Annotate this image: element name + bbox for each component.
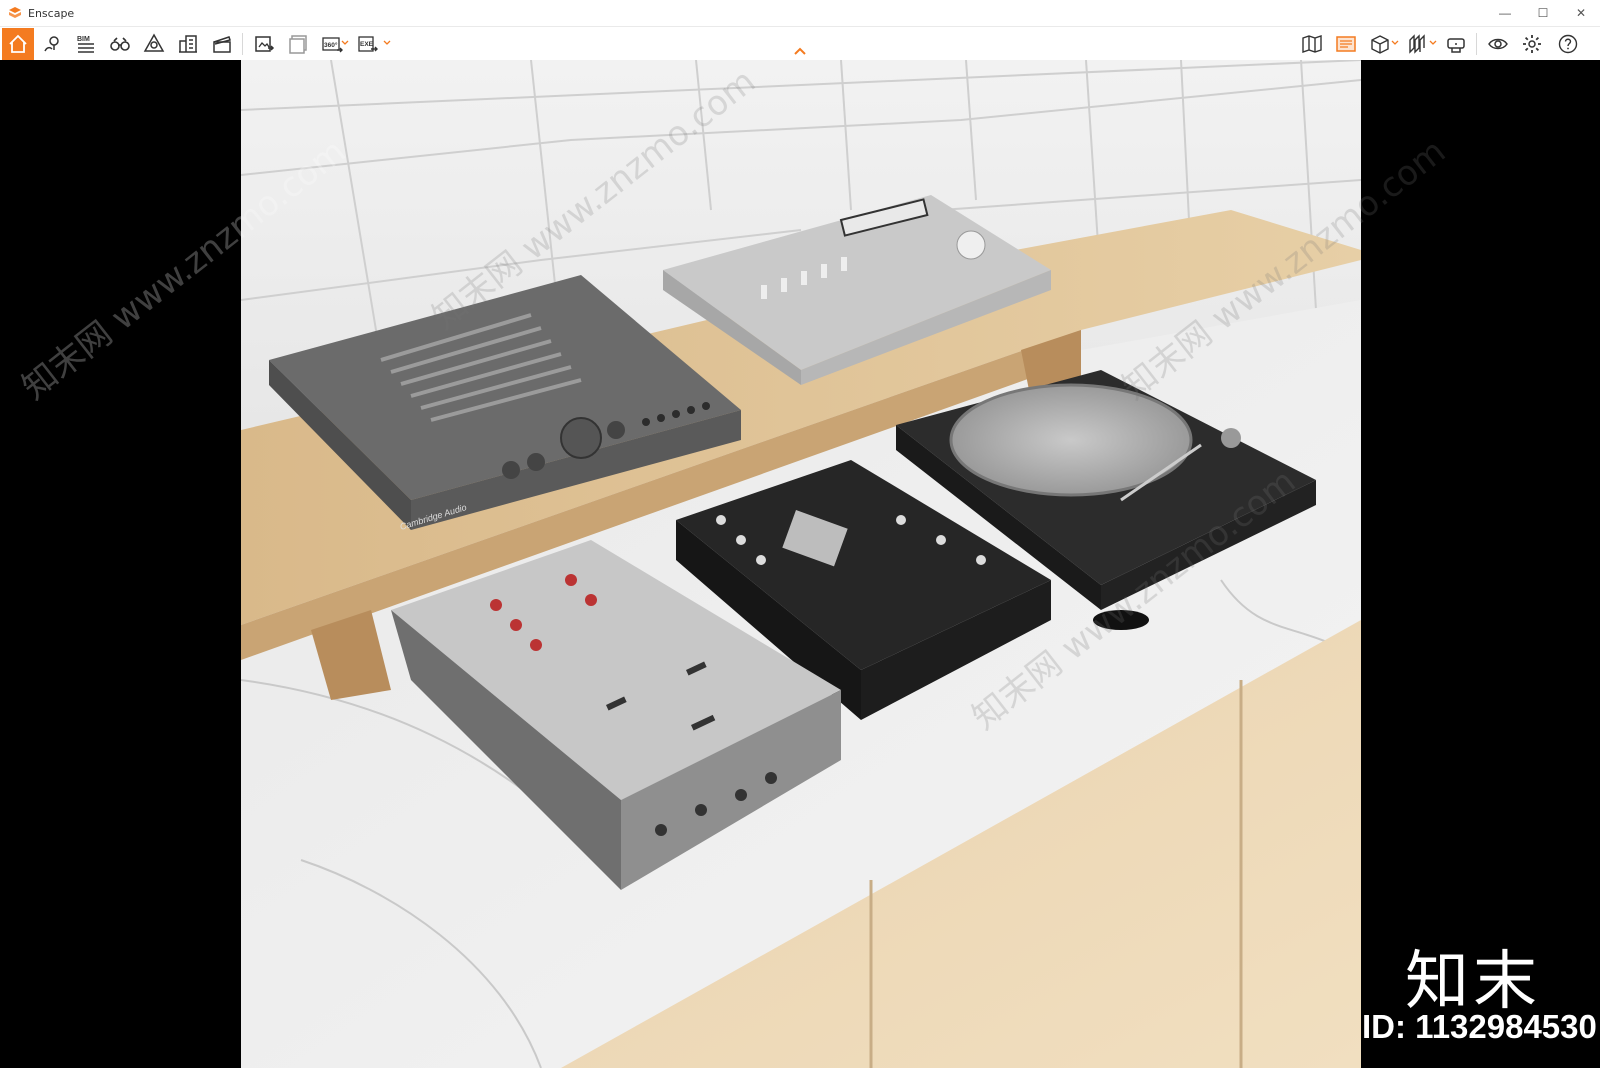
enscape-logo-icon [9, 7, 21, 18]
visibility-button[interactable] [1482, 28, 1514, 60]
binoculars-button[interactable] [104, 28, 136, 60]
clapperboard-button[interactable] [206, 28, 238, 60]
binoculars-icon [110, 37, 130, 51]
render-image-button[interactable] [248, 28, 280, 60]
site-context-button[interactable] [138, 28, 170, 60]
pin-location-button[interactable] [36, 28, 68, 60]
pin-location-icon [44, 36, 59, 52]
toolbar-separator [242, 33, 243, 55]
vr-headset-button[interactable] [1440, 28, 1472, 60]
chevron-down-icon[interactable] [1429, 39, 1437, 47]
export-exe-button[interactable]: EXE [352, 28, 384, 60]
chevron-down-icon[interactable] [383, 39, 391, 47]
toolbar-separator [1476, 33, 1477, 55]
svg-text:EXE: EXE [360, 41, 374, 48]
close-button[interactable]: ✕ [1562, 0, 1600, 26]
building-button[interactable] [172, 28, 204, 60]
map-icon [1302, 35, 1322, 53]
map-button[interactable] [1296, 28, 1328, 60]
minimize-button[interactable]: — [1486, 0, 1524, 26]
maximize-button[interactable]: ☐ [1524, 0, 1562, 26]
vr-headset-icon [1447, 38, 1465, 53]
window-title: Enscape [28, 6, 75, 20]
svg-text:BIM: BIM [77, 36, 90, 43]
help-icon [1558, 34, 1578, 54]
bim-icon: BIM [77, 36, 94, 53]
site-context-icon [143, 33, 165, 52]
asset-library-icon [1336, 36, 1356, 52]
chevron-down-icon[interactable] [1391, 39, 1399, 47]
watermark-id: ID: 1132984530 [1362, 1008, 1597, 1045]
batch-render-button[interactable] [282, 28, 314, 60]
render-image-icon [255, 36, 275, 52]
title-bar: Enscape — ☐ ✕ [0, 0, 1600, 26]
asset-library-button[interactable] [1330, 28, 1362, 60]
visibility-icon [1488, 38, 1508, 50]
home-icon [9, 34, 27, 53]
building-icon [179, 35, 197, 53]
help-button[interactable] [1552, 28, 1584, 60]
cube-view-icon [1371, 35, 1389, 54]
bim-button[interactable]: BIM [70, 28, 102, 60]
batch-render-icon [289, 35, 307, 54]
collapse-toolbar-chevron-icon[interactable] [793, 46, 807, 56]
section-icon [1409, 34, 1425, 54]
export-exe-icon: EXE [358, 36, 378, 52]
chevron-down-icon[interactable] [341, 39, 349, 47]
clapperboard-icon [213, 36, 231, 53]
settings-button[interactable] [1516, 28, 1548, 60]
home-button[interactable] [2, 28, 34, 60]
settings-icon [1523, 35, 1541, 53]
svg-text:360°: 360° [324, 41, 338, 49]
panorama-360-icon: 360° [322, 37, 343, 53]
